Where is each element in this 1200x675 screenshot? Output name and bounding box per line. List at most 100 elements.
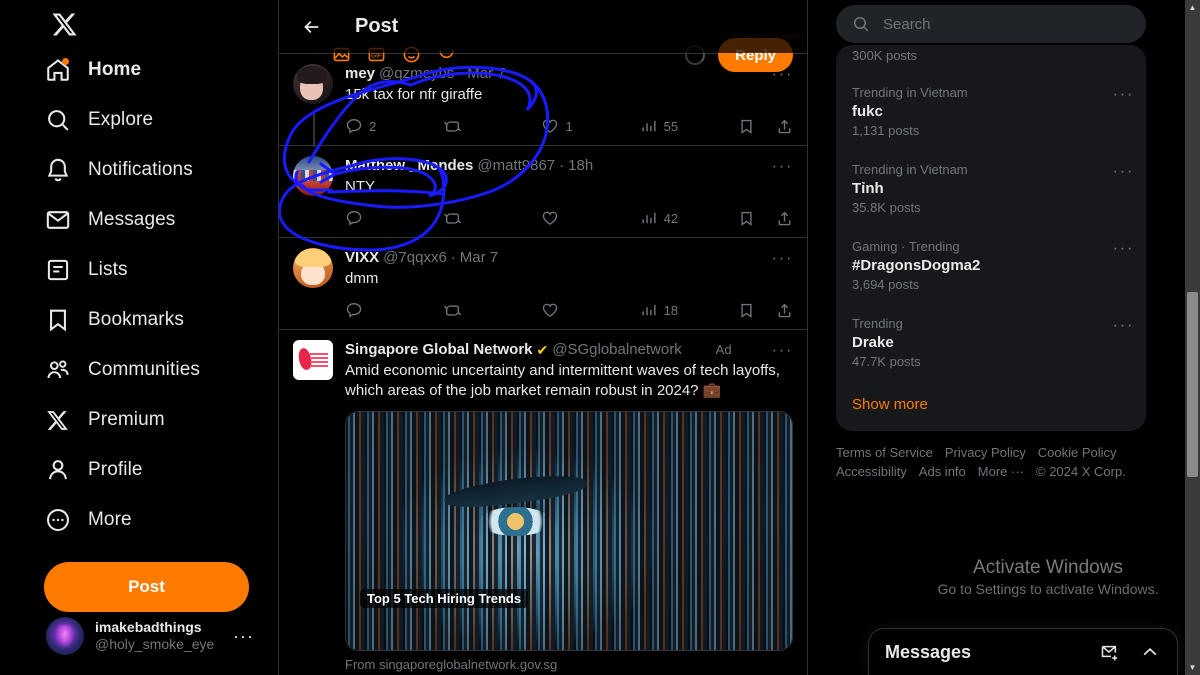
table-row[interactable]: VIXX @7qqxx6 · Mar 7 ··· dmm 18: [279, 237, 807, 329]
reply-button[interactable]: [345, 301, 443, 319]
show-more-link[interactable]: Show more: [836, 382, 1146, 427]
bookmark-button[interactable]: [738, 302, 776, 319]
account-switcher[interactable]: imakebadthings @holy_smoke_eye ···: [38, 607, 266, 665]
trend-post-count: 3,694 posts: [852, 277, 920, 292]
home-notification-dot: [62, 57, 69, 65]
x-twitter-app: Home Explore Notifications Messages List…: [0, 0, 1200, 675]
share-button[interactable]: [776, 302, 793, 319]
footer-copyright: © 2024 X Corp.: [1036, 464, 1126, 479]
list-item[interactable]: Trending Drake 47.7K posts ···: [836, 305, 1146, 382]
post-text: NTY: [345, 178, 375, 195]
list-item[interactable]: Gaming · Trending #DragonsDogma2 3,694 p…: [836, 228, 1146, 305]
table-row[interactable]: Matthew _Mendes @matt9867 · 18h ··· NTY: [279, 145, 807, 237]
list-icon: [44, 257, 71, 284]
post-meta: VIXX @7qqxx6 · Mar 7 ···: [345, 248, 793, 268]
like-button[interactable]: [541, 301, 639, 319]
like-button[interactable]: 1: [541, 117, 639, 135]
ad-source: From singaporeglobalnetwork.gov.sg: [345, 657, 558, 672]
search-box[interactable]: [836, 5, 1146, 43]
scrollbar-thumb[interactable]: [1187, 292, 1198, 477]
post-more-icon[interactable]: ···: [772, 340, 793, 360]
chevron-up-icon[interactable]: [1139, 641, 1161, 663]
footer-link-accessibility[interactable]: Accessibility: [836, 464, 907, 479]
sidebar-item-explore[interactable]: Explore: [44, 98, 169, 142]
views-button[interactable]: 18: [640, 301, 738, 319]
bell-icon: [44, 157, 71, 184]
svg-text:GIF: GIF: [371, 52, 382, 59]
watermark-subtitle: Go to Settings to activate Windows.: [937, 581, 1159, 597]
reply-button[interactable]: 2: [345, 117, 443, 135]
view-count: 18: [663, 302, 679, 318]
sidebar-item-label: Communities: [88, 359, 200, 380]
list-item[interactable]: Trending in Vietnam Tỉnh 35.8K posts ···: [836, 151, 1146, 228]
footer-link-cookie[interactable]: Cookie Policy: [1038, 445, 1117, 460]
trend-post-count: 35.8K posts: [852, 200, 921, 215]
messages-dock[interactable]: Messages: [868, 628, 1178, 675]
avatar[interactable]: [293, 156, 333, 196]
sidebar-item-communities[interactable]: Communities: [44, 348, 216, 392]
watermark-title: Activate Windows: [973, 557, 1123, 578]
footer-link-terms[interactable]: Terms of Service: [836, 445, 933, 460]
sidebar-item-label: Profile: [88, 459, 143, 480]
trend-name: fukc: [852, 103, 883, 120]
post-author-name[interactable]: Singapore Global Network: [345, 340, 533, 360]
post-author-handle: @7qqxx6: [383, 249, 447, 266]
account-more-icon[interactable]: ···: [233, 626, 258, 647]
sidebar-item-more[interactable]: More: [44, 498, 148, 542]
trend-more-icon[interactable]: ···: [1113, 161, 1134, 181]
trend-more-icon[interactable]: ···: [1113, 315, 1134, 335]
trend-more-icon[interactable]: ···: [1113, 84, 1134, 104]
ad-label: Ad: [715, 342, 732, 357]
footer-link-ads-info[interactable]: Ads info: [919, 464, 966, 479]
post-text: Amid economic uncertainty and intermitte…: [345, 362, 780, 399]
avatar[interactable]: [293, 340, 333, 380]
bookmark-icon: [44, 307, 71, 334]
trend-name: Drake: [852, 334, 894, 351]
post-more-icon[interactable]: ···: [772, 248, 793, 268]
post-button[interactable]: Post: [44, 562, 249, 612]
share-button[interactable]: [776, 210, 793, 227]
post-author-name[interactable]: VIXX: [345, 248, 379, 268]
bookmark-button[interactable]: [738, 210, 776, 227]
sidebar-item-home[interactable]: Home: [44, 48, 157, 92]
activate-windows-watermark: Activate Windows Go to Settings to activ…: [928, 555, 1168, 597]
post-body: Matthew _Mendes @matt9867 · 18h ··· NTY: [345, 156, 793, 235]
sidebar-item-messages[interactable]: Messages: [44, 198, 191, 242]
trend-category: Gaming · Trending: [852, 239, 960, 254]
sidebar-item-bookmarks[interactable]: Bookmarks: [44, 298, 200, 342]
trend-post-count: 47.7K posts: [852, 354, 921, 369]
x-logo-icon[interactable]: [38, 0, 90, 48]
ad-image[interactable]: Top 5 Tech Hiring Trends: [345, 411, 793, 651]
search-input[interactable]: [883, 15, 1130, 33]
footer-links: Terms of Service Privacy Policy Cookie P…: [836, 445, 1166, 479]
repost-button[interactable]: [443, 209, 541, 228]
search-container: [836, 0, 1200, 43]
post-more-icon[interactable]: ···: [772, 156, 793, 176]
scrollbar-up-arrow[interactable]: ▲: [1185, 0, 1200, 15]
views-button[interactable]: 42: [640, 209, 738, 227]
reply-button[interactable]: [345, 209, 443, 227]
avatar[interactable]: [293, 248, 333, 288]
repost-button[interactable]: [443, 117, 541, 136]
views-button[interactable]: 55: [640, 117, 738, 135]
post-author-name[interactable]: Matthew _Mendes: [345, 156, 473, 176]
promoted-post[interactable]: Singapore Global Network ✔ @SGglobalnetw…: [279, 329, 807, 674]
account-names: imakebadthings @holy_smoke_eye: [95, 619, 222, 654]
bookmark-button[interactable]: [738, 118, 776, 135]
trend-partial[interactable]: 300K posts: [836, 45, 1146, 74]
sidebar-item-notifications[interactable]: Notifications: [44, 148, 209, 192]
like-button[interactable]: [541, 209, 639, 227]
scrollbar-down-arrow[interactable]: ▼: [1185, 660, 1200, 675]
trend-more-icon[interactable]: ···: [1113, 238, 1134, 258]
new-message-icon[interactable]: [1099, 641, 1121, 663]
repost-button[interactable]: [443, 301, 541, 320]
footer-link-privacy[interactable]: Privacy Policy: [945, 445, 1026, 460]
sidebar-item-profile[interactable]: Profile: [44, 448, 159, 492]
browser-scrollbar[interactable]: ▲ ▼: [1185, 0, 1200, 675]
back-arrow-icon[interactable]: [295, 10, 329, 44]
footer-link-more[interactable]: More ···: [978, 464, 1024, 479]
share-button[interactable]: [776, 118, 793, 135]
sidebar-item-premium[interactable]: Premium: [44, 398, 181, 442]
list-item[interactable]: Trending in Vietnam fukc 1,131 posts ···: [836, 74, 1146, 151]
sidebar-item-lists[interactable]: Lists: [44, 248, 144, 292]
